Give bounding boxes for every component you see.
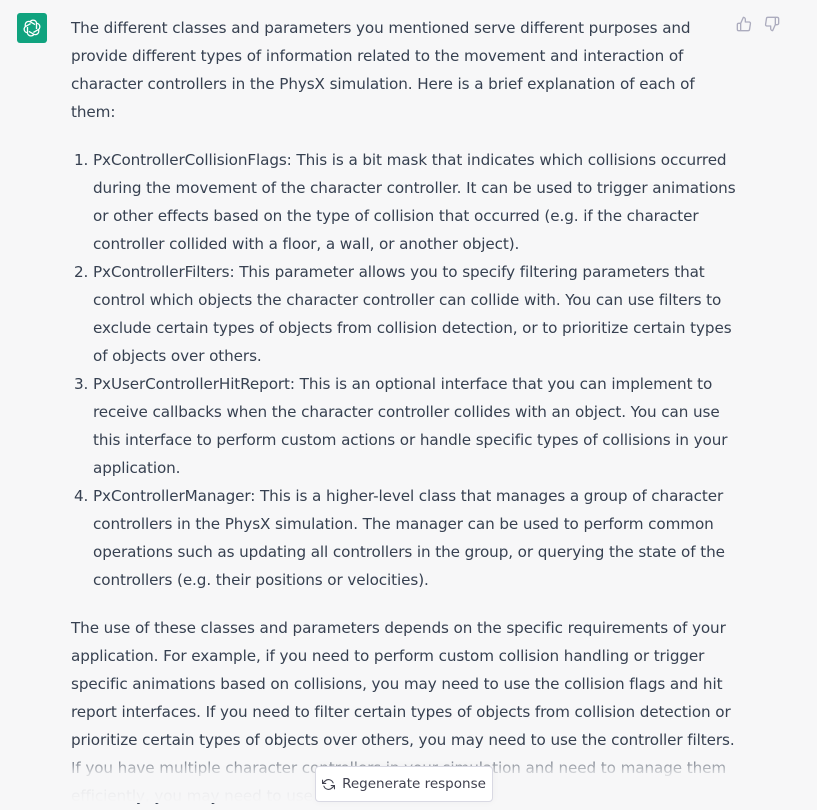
feedback-buttons xyxy=(735,15,781,33)
regenerate-label: Regenerate response xyxy=(342,776,486,792)
openai-logo-icon xyxy=(23,19,41,37)
list-item: PxControllerFilters: This parameter allo… xyxy=(93,258,737,370)
list-item: PxUserControllerHitReport: This is an op… xyxy=(93,370,737,482)
thumbs-down-button[interactable] xyxy=(763,15,781,33)
explanation-list: PxControllerCollisionFlags: This is a bi… xyxy=(71,146,737,594)
assistant-avatar xyxy=(17,13,47,43)
list-item: PxControllerManager: This is a higher-le… xyxy=(93,482,737,594)
thumbs-up-icon xyxy=(736,16,752,32)
message-intro: The different classes and parameters you… xyxy=(71,19,695,121)
thumbs-down-icon xyxy=(764,16,780,32)
refresh-icon xyxy=(322,778,336,790)
regenerate-response-button[interactable]: Regenerate response xyxy=(315,766,493,802)
list-item: PxControllerCollisionFlags: This is a bi… xyxy=(93,146,737,258)
assistant-message: The different classes and parameters you… xyxy=(71,14,737,810)
thumbs-up-button[interactable] xyxy=(735,15,753,33)
